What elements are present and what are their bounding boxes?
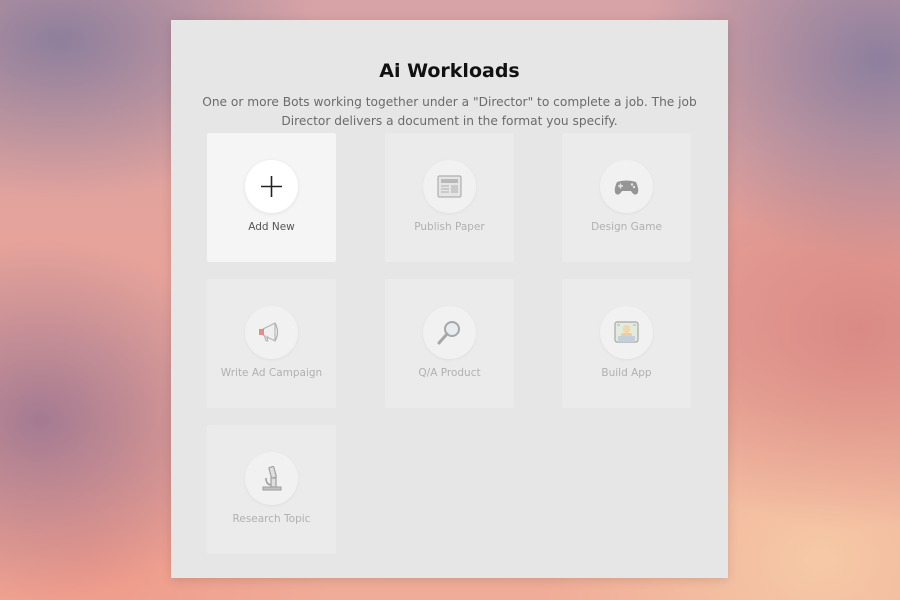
icon-circle xyxy=(600,160,653,213)
card-label: Build App xyxy=(601,367,652,379)
page-title: Ai Workloads xyxy=(379,60,520,82)
workload-card-qa-product[interactable]: Q/A Product xyxy=(385,279,514,408)
workload-card-publish-paper[interactable]: Publish Paper xyxy=(385,133,514,262)
add-new-card[interactable]: Add New xyxy=(207,133,336,262)
developer-laptop-icon xyxy=(614,321,639,343)
card-label: Design Game xyxy=(591,221,662,233)
card-label: Research Topic xyxy=(232,513,311,525)
microscope-icon xyxy=(262,466,282,491)
newspaper-icon xyxy=(437,175,462,198)
icon-circle xyxy=(423,306,476,359)
workloads-panel: Ai Workloads One or more Bots working to… xyxy=(171,20,728,578)
page-description: One or more Bots working together under … xyxy=(202,95,697,128)
icon-circle xyxy=(245,452,298,505)
plus-icon xyxy=(261,176,282,197)
workload-card-write-ad-campaign[interactable]: Write Ad Campaign xyxy=(207,279,336,408)
game-controller-icon xyxy=(614,180,639,195)
icon-circle xyxy=(600,306,653,359)
icon-circle xyxy=(245,306,298,359)
workload-card-design-game[interactable]: Design Game xyxy=(562,133,691,262)
card-label: Publish Paper xyxy=(414,221,485,233)
card-label: Q/A Product xyxy=(418,367,481,379)
workload-card-build-app[interactable]: Build App xyxy=(562,279,691,408)
megaphone-icon xyxy=(259,322,279,342)
card-label: Write Ad Campaign xyxy=(220,367,323,379)
magnifying-glass-icon xyxy=(437,321,460,345)
card-label: Add New xyxy=(248,221,295,233)
workload-card-research-topic[interactable]: Research Topic xyxy=(207,425,336,554)
add-new-button[interactable] xyxy=(245,160,298,213)
icon-circle xyxy=(423,160,476,213)
